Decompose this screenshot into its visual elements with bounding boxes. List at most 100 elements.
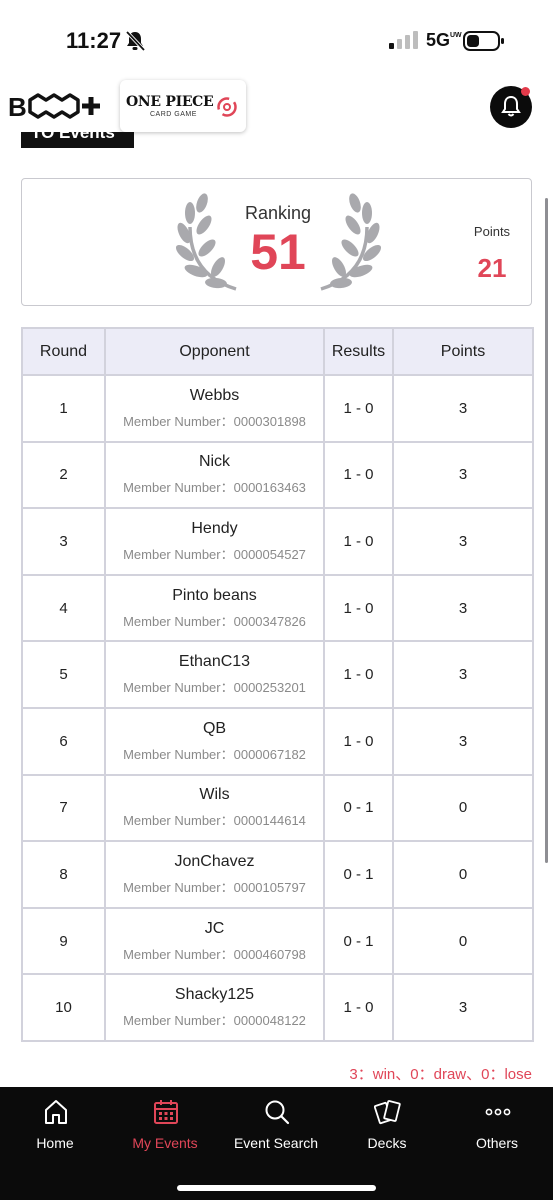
nav-my-events[interactable]: My Events <box>110 1087 220 1167</box>
notification-button[interactable] <box>490 86 532 128</box>
member-number: Member Number：0000460798 <box>123 946 306 962</box>
opponent-name: Nick <box>198 453 231 471</box>
one-piece-card-game-logo[interactable]: ONE PIECE CARD GAME <box>120 80 246 132</box>
table-row: 9 JC Member Number：0000460798 0 - 1 0 <box>21 906 534 976</box>
battery-icon <box>463 31 504 51</box>
bandai-tcg-plus-logo[interactable]: B <box>8 92 104 120</box>
points-cell: 3 <box>392 440 534 510</box>
nav-home-label: Home <box>36 1135 74 1151</box>
result-cell: 1 - 0 <box>323 573 394 643</box>
opponent-name: JonChavez <box>174 852 255 870</box>
result-cell: 0 - 1 <box>323 840 394 909</box>
member-number: Member Number：0000347826 <box>123 613 306 629</box>
nav-others[interactable]: Others <box>442 1087 552 1167</box>
points-legend: 3：win、0：draw、0：lose <box>349 1066 532 1083</box>
opponent-cell: Wils Member Number：0000144614 <box>104 773 325 843</box>
table-header-row: Round Opponent Results Points <box>21 327 534 376</box>
opponent-cell: Webbs Member Number：0000301898 <box>104 374 325 443</box>
member-number: Member Number：0000048122 <box>123 1013 306 1029</box>
opponent-name: Pinto beans <box>172 586 257 604</box>
result-cell: 1 - 0 <box>323 440 394 510</box>
opponent-cell: EthanC13 Member Number：0000253201 <box>104 640 325 709</box>
cards-icon <box>374 1100 401 1125</box>
search-icon <box>265 1100 290 1125</box>
result-cell: 1 - 0 <box>323 640 394 709</box>
nav-event-search[interactable]: Event Search <box>221 1087 331 1167</box>
opponent-cell: Nick Member Number：0000163463 <box>104 440 325 510</box>
round-cell: 2 <box>21 440 106 510</box>
table-row: 3 Hendy Member Number：0000054527 1 - 0 3 <box>21 507 534 576</box>
nav-my-events-label: My Events <box>132 1135 198 1151</box>
opponent-cell: QB Member Number：0000067182 <box>104 706 325 776</box>
one-piece-subtitle: CARD GAME <box>150 111 197 118</box>
member-number: Member Number：0000054527 <box>123 546 306 562</box>
result-cell: 0 - 1 <box>323 906 394 976</box>
result-cell: 1 - 0 <box>323 507 394 576</box>
header-round: Round <box>21 327 106 376</box>
opponent-cell: Hendy Member Number：0000054527 <box>104 507 325 576</box>
opponent-name: Wils <box>199 786 230 804</box>
header-results: Results <box>323 327 394 376</box>
result-cell: 0 - 1 <box>323 773 394 843</box>
nav-event-search-label: Event Search <box>233 1135 319 1151</box>
svg-text:B: B <box>8 92 27 120</box>
section-title-text: TO Events <box>31 132 115 142</box>
header-points: Points <box>392 327 534 376</box>
member-number: Member Number：0000067182 <box>123 746 306 762</box>
one-piece-title: ONE PIECE <box>126 94 214 110</box>
result-cell: 1 - 0 <box>323 706 394 776</box>
table-row: 7 Wils Member Number：0000144614 0 - 1 0 <box>21 773 534 843</box>
points-cell: 3 <box>392 573 534 643</box>
network-label: 5G <box>426 30 451 50</box>
home-indicator[interactable] <box>177 1185 376 1191</box>
notification-badge <box>521 87 530 96</box>
result-cell: 1 - 0 <box>323 374 394 443</box>
bottom-nav: Home My Events Event Search Decks Others <box>0 1087 553 1200</box>
round-cell: 6 <box>21 706 106 776</box>
opponent-name: EthanC13 <box>178 653 251 671</box>
header-opponent: Opponent <box>104 327 325 376</box>
member-number: Member Number：0000301898 <box>123 413 306 429</box>
nav-decks-label: Decks <box>367 1135 407 1151</box>
round-cell: 1 <box>21 374 106 443</box>
ranking-label: Ranking <box>244 203 312 223</box>
opponent-name: Hendy <box>191 519 238 537</box>
section-title: TO Events <box>21 132 134 148</box>
round-results-table: Round Opponent Results Points 1 Webbs Mem… <box>21 327 534 1042</box>
points-cell: 0 <box>392 906 534 976</box>
points-cell: 3 <box>392 973 534 1042</box>
round-cell: 8 <box>21 840 106 909</box>
ranking-card: Ranking 51 Points 21 <box>21 178 532 306</box>
table-row: 10 Shacky125 Member Number：0000048122 1 -… <box>21 973 534 1042</box>
table-row: 1 Webbs Member Number：0000301898 1 - 0 3 <box>21 374 534 443</box>
app-header: B ONE PIECE CARD GAME <box>0 78 553 134</box>
round-cell: 4 <box>21 573 106 643</box>
points-cell: 3 <box>392 507 534 576</box>
nav-home[interactable]: Home <box>0 1087 110 1167</box>
more-icon <box>485 1108 511 1116</box>
round-cell: 3 <box>21 507 106 576</box>
opponent-cell: JonChavez Member Number：0000105797 <box>104 840 325 909</box>
home-icon <box>45 1100 67 1124</box>
status-time: 11:27 <box>66 28 122 53</box>
round-cell: 9 <box>21 906 106 976</box>
member-number: Member Number：0000253201 <box>123 680 306 696</box>
round-cell: 10 <box>21 973 106 1042</box>
opponent-name: JC <box>204 919 225 937</box>
calendar-icon <box>154 1100 178 1124</box>
nav-decks[interactable]: Decks <box>332 1087 442 1167</box>
points-cell: 0 <box>392 840 534 909</box>
round-cell: 7 <box>21 773 106 843</box>
member-number: Member Number：0000105797 <box>123 879 306 895</box>
points-cell: 3 <box>392 374 534 443</box>
total-points-value: 21 <box>477 253 507 283</box>
points-cell: 3 <box>392 640 534 709</box>
card-game-ring-icon <box>217 97 237 117</box>
opponent-name: Webbs <box>189 386 240 404</box>
scrollbar[interactable] <box>545 198 548 863</box>
silent-mode-icon <box>125 30 146 52</box>
signal-icon <box>389 31 418 49</box>
nav-others-label: Others <box>475 1135 518 1151</box>
total-points-label: Points <box>473 224 511 239</box>
opponent-name: Shacky125 <box>174 986 255 1004</box>
